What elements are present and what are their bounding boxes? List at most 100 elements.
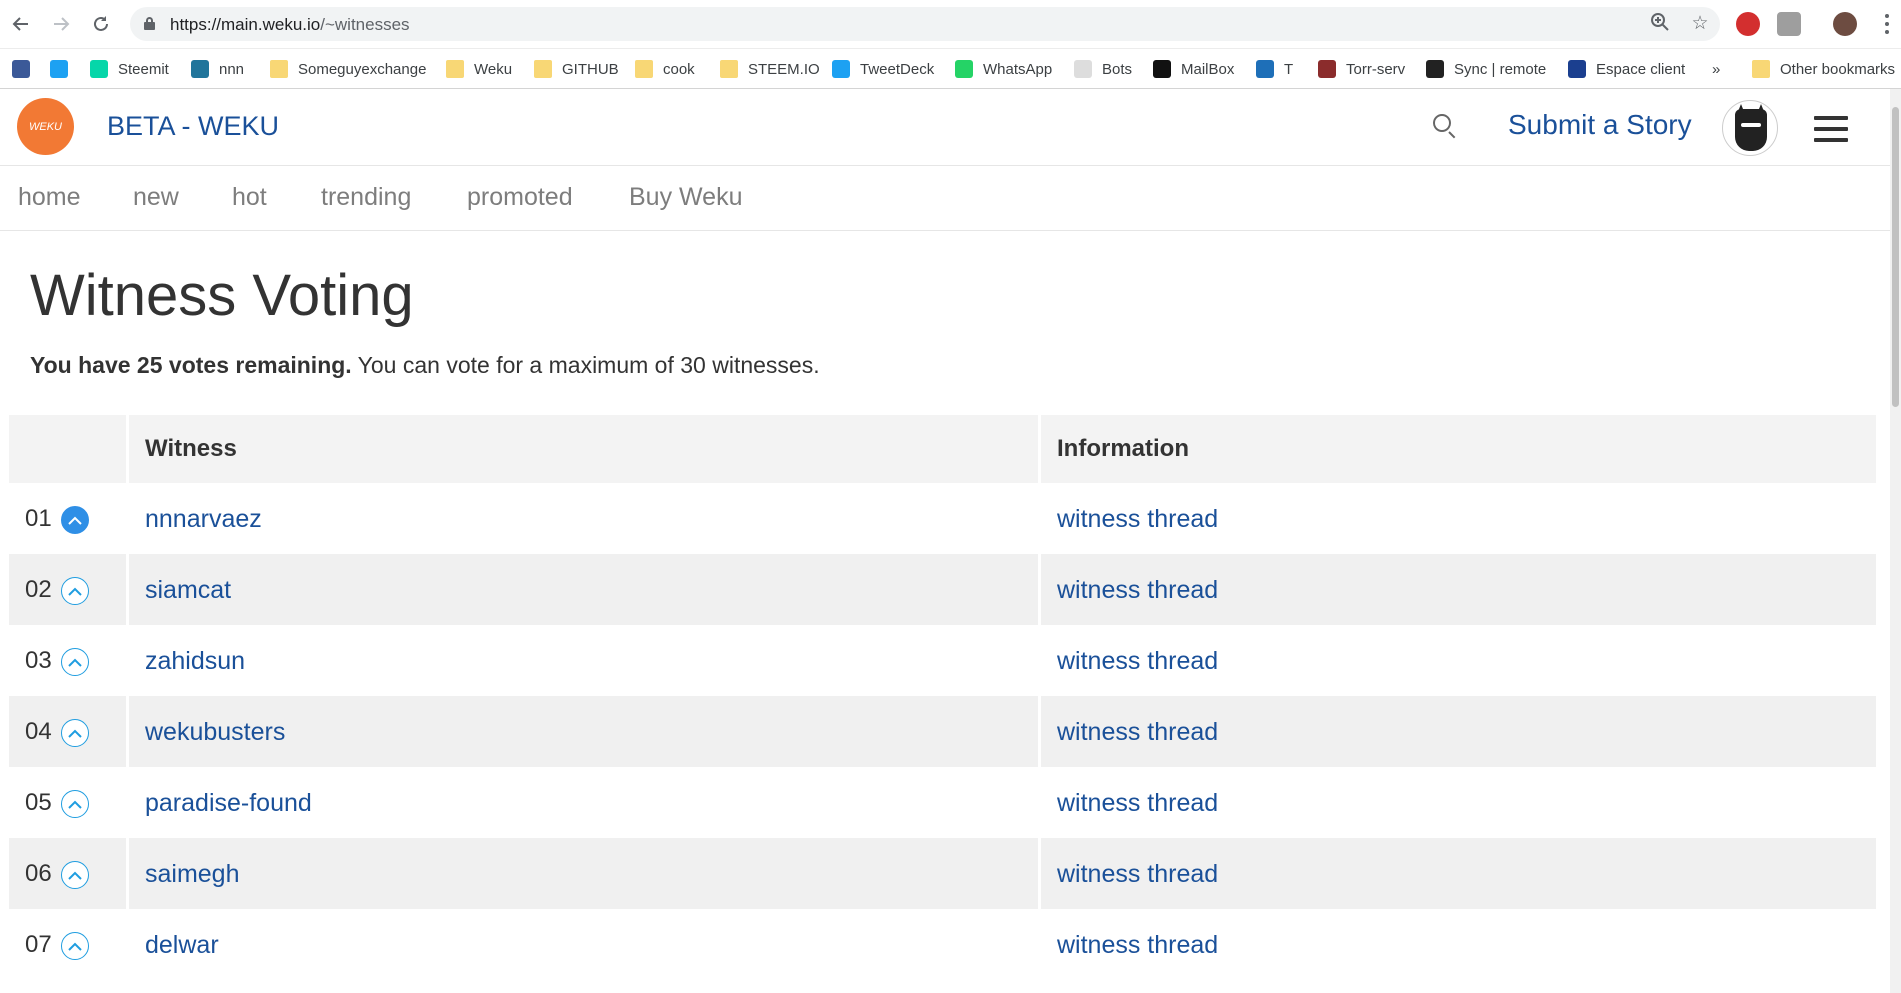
folder-icon xyxy=(635,60,653,78)
bookmark-whatsapp[interactable]: WhatsApp xyxy=(955,57,1052,81)
table-header-row: Witness Information xyxy=(9,415,1876,483)
witness-name-link[interactable]: zahidsun xyxy=(145,647,245,676)
witness-rank: 01 xyxy=(25,505,52,532)
table-row: 07 delwar witness thread xyxy=(9,909,1876,980)
profile-avatar-icon[interactable] xyxy=(1833,12,1857,36)
upvote-chevron-icon[interactable] xyxy=(61,932,89,960)
espace-client-icon xyxy=(1568,60,1586,78)
wordpress-icon xyxy=(191,60,209,78)
bookmark-label: cook xyxy=(663,60,695,78)
twitter-icon xyxy=(50,60,68,78)
upvote-chevron-icon[interactable] xyxy=(61,861,89,889)
facebook-icon xyxy=(12,60,30,78)
table-row: 01 nnnarvaez witness thread xyxy=(9,483,1876,554)
bookmark-label: nnn xyxy=(219,60,245,78)
bookmark-torr-serv[interactable]: Torr-serv xyxy=(1318,57,1405,81)
browser-toolbar: https://main.weku.io/~witnesses ☆ xyxy=(0,0,1901,49)
bookmark-bots[interactable]: Bots xyxy=(1074,57,1132,81)
witness-thread-link[interactable]: witness thread xyxy=(1057,860,1218,889)
nav-trending[interactable]: trending xyxy=(321,183,411,212)
witness-thread-link[interactable]: witness thread xyxy=(1057,931,1218,960)
folder-icon xyxy=(270,60,288,78)
bookmark-label: Bots xyxy=(1102,60,1133,78)
table-row: 05 paradise-found witness thread xyxy=(9,767,1876,838)
user-avatar[interactable] xyxy=(1722,100,1778,156)
witness-name-link[interactable]: wekubusters xyxy=(145,718,285,747)
header-information: Information xyxy=(1057,435,1189,462)
bookmark-twitter[interactable] xyxy=(50,57,68,81)
witness-thread-link[interactable]: witness thread xyxy=(1057,647,1218,676)
browser-menu-icon[interactable] xyxy=(1883,12,1891,36)
extension-icon[interactable] xyxy=(1777,12,1801,36)
witness-thread-link[interactable]: witness thread xyxy=(1057,576,1218,605)
address-bar[interactable]: https://main.weku.io/~witnesses ☆ xyxy=(130,7,1720,41)
upvote-chevron-icon[interactable] xyxy=(61,719,89,747)
witness-name-link[interactable]: nnnarvaez xyxy=(145,505,262,534)
folder-icon xyxy=(446,60,464,78)
scrollbar-thumb[interactable] xyxy=(1892,107,1899,407)
bookmark-t[interactable]: T xyxy=(1256,57,1293,81)
upvote-chevron-icon[interactable] xyxy=(61,790,89,818)
hamburger-menu-icon[interactable] xyxy=(1814,116,1848,142)
tweetdeck-icon xyxy=(832,60,850,78)
more-bookmarks-button[interactable]: » xyxy=(1712,57,1720,81)
witness-rank: 03 xyxy=(25,647,52,674)
witness-name-link[interactable]: paradise-found xyxy=(145,789,312,818)
site-header: WEKU BETA - WEKU Submit a Story xyxy=(0,89,1890,166)
category-nav: home new hot trending promoted Buy Weku xyxy=(0,166,1890,231)
search-icon[interactable] xyxy=(1432,113,1458,139)
witness-name-link[interactable]: delwar xyxy=(145,931,219,960)
bookmark-label: T xyxy=(1284,60,1294,78)
witness-thread-link[interactable]: witness thread xyxy=(1057,718,1218,747)
zoom-icon[interactable] xyxy=(1648,12,1672,36)
witness-rank: 04 xyxy=(25,718,52,745)
adblock-icon[interactable] xyxy=(1736,12,1760,36)
upvote-chevron-icon[interactable] xyxy=(61,577,89,605)
bookmark-nnn[interactable]: nnn xyxy=(191,57,244,81)
bookmark-weku[interactable]: Weku xyxy=(446,57,512,81)
bookmark-steemit[interactable]: Steemit xyxy=(90,57,169,81)
nav-buy-weku[interactable]: Buy Weku xyxy=(629,183,742,212)
page-scrollbar[interactable] xyxy=(1890,89,1901,993)
nav-hot[interactable]: hot xyxy=(232,183,267,212)
reload-icon[interactable] xyxy=(86,9,116,39)
bookmark-github[interactable]: GITHUB xyxy=(534,57,619,81)
steemit-icon xyxy=(90,60,108,78)
bookmark-tweetdeck[interactable]: TweetDeck xyxy=(832,57,934,81)
table-row: 02 siamcat witness thread xyxy=(9,554,1876,625)
t2-icon xyxy=(1256,60,1274,78)
submit-story-link[interactable]: Submit a Story xyxy=(1508,109,1692,141)
forward-arrow-icon[interactable] xyxy=(46,9,76,39)
nav-new[interactable]: new xyxy=(133,183,179,212)
nav-home[interactable]: home xyxy=(18,183,81,212)
folder-icon xyxy=(534,60,552,78)
witness-thread-link[interactable]: witness thread xyxy=(1057,789,1218,818)
back-arrow-icon[interactable] xyxy=(6,9,36,39)
bookmark-mailbox[interactable]: MailBox xyxy=(1153,57,1234,81)
bookmark-cook[interactable]: cook xyxy=(635,57,695,81)
mailbox-icon xyxy=(1153,60,1171,78)
table-row: 04 wekubusters witness thread xyxy=(9,696,1876,767)
upvote-chevron-icon[interactable] xyxy=(61,506,89,534)
bookmark-label: WhatsApp xyxy=(983,60,1053,78)
bots-icon xyxy=(1074,60,1092,78)
witness-rank: 05 xyxy=(25,789,52,816)
bookmark-someguyexchange[interactable]: Someguyexchange xyxy=(270,57,426,81)
witness-name-link[interactable]: saimegh xyxy=(145,860,240,889)
star-icon[interactable]: ☆ xyxy=(1688,12,1712,36)
witness-thread-link[interactable]: witness thread xyxy=(1057,505,1218,534)
bookmark-espace-client[interactable]: Espace client xyxy=(1568,57,1685,81)
bookmark-sync-remote[interactable]: Sync | remote xyxy=(1426,57,1546,81)
weku-logo[interactable]: WEKU xyxy=(17,98,74,155)
sync-icon xyxy=(1426,60,1444,78)
brand-link[interactable]: BETA - WEKU xyxy=(107,111,279,142)
bookmark-label: STEEM.IO xyxy=(748,60,820,78)
nav-promoted[interactable]: promoted xyxy=(467,183,573,212)
other-bookmarks-folder[interactable]: Other bookmarks xyxy=(1752,57,1895,81)
upvote-chevron-icon[interactable] xyxy=(61,648,89,676)
witness-name-link[interactable]: siamcat xyxy=(145,576,231,605)
witness-table: Witness Information 01 nnnarvaez witness t… xyxy=(9,415,1876,980)
header-witness: Witness xyxy=(145,435,237,462)
bookmark-facebook[interactable] xyxy=(12,57,30,81)
bookmark-steem-io[interactable]: STEEM.IO xyxy=(720,57,820,81)
